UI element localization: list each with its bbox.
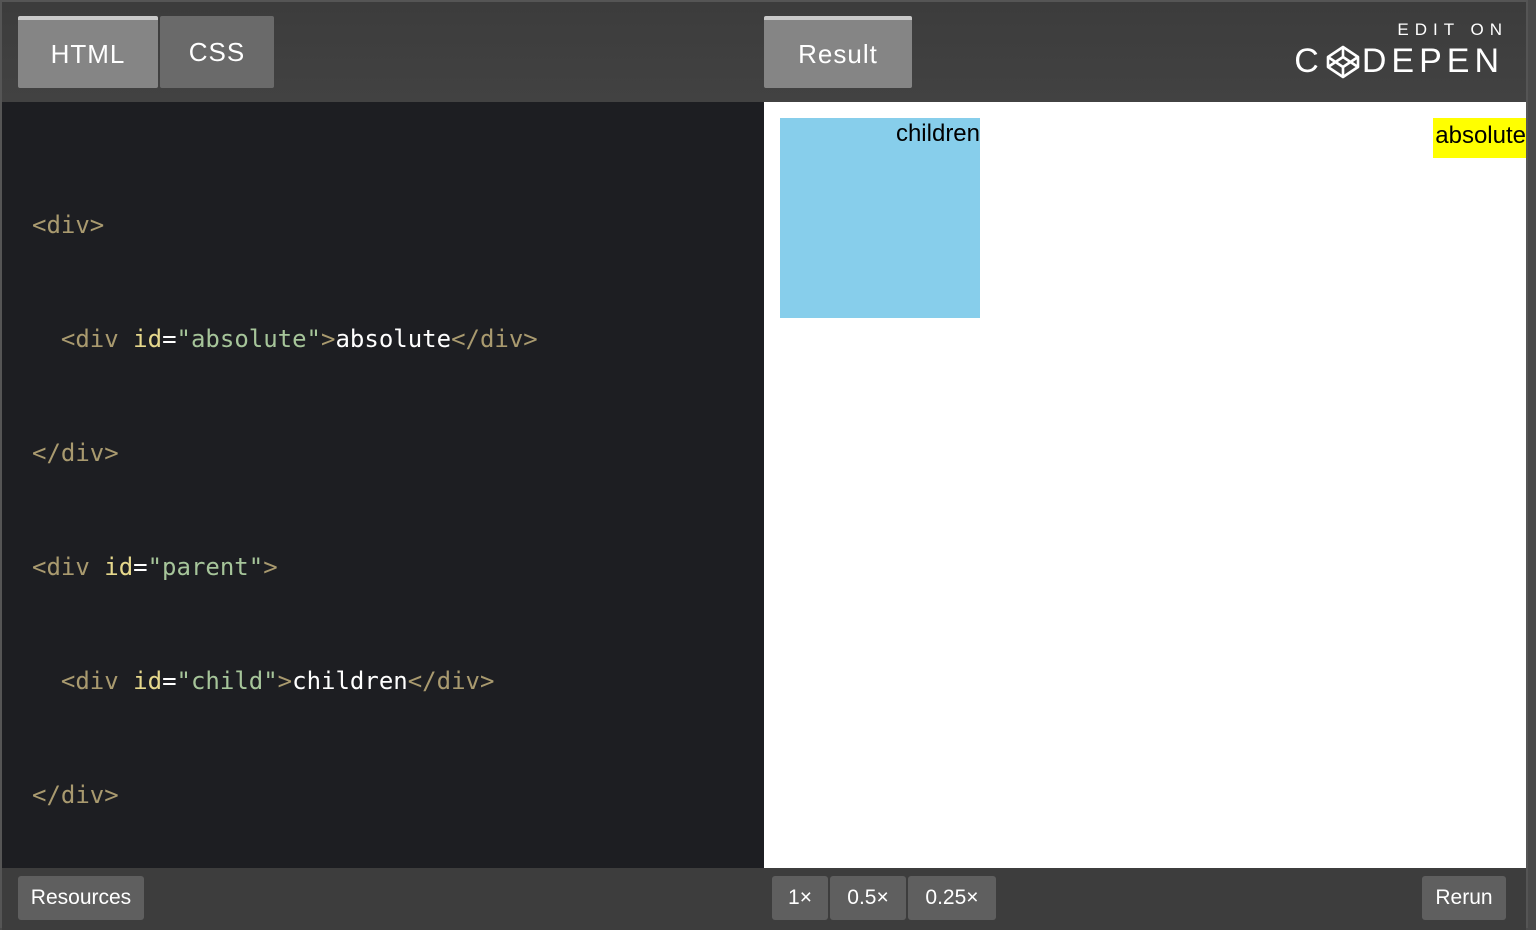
tab-css[interactable]: CSS: [160, 16, 274, 88]
bottom-bar: Resources 1× 0.5× 0.25× Rerun: [2, 868, 1526, 930]
code-line: </div>: [32, 434, 538, 472]
codepen-wordmark-left: C: [1294, 42, 1324, 80]
codepen-wordmark: C DEPEN: [1294, 42, 1504, 81]
code-string: "parent": [147, 553, 264, 581]
code-tag: >: [277, 667, 293, 695]
code-tag: >: [263, 553, 278, 581]
edit-on-label: EDIT ON: [1397, 20, 1508, 39]
code-tag: <div: [32, 553, 105, 581]
child-text: children: [895, 120, 980, 147]
result-preview: children absolute: [764, 102, 1526, 868]
codepen-cube-icon: [1326, 45, 1360, 78]
zoom-1x-button[interactable]: 1×: [772, 876, 828, 920]
top-bar: HTML CSS Result EDIT ON C DEPEN: [2, 2, 1526, 102]
code-attr: id: [133, 325, 163, 353]
tab-html[interactable]: HTML: [18, 16, 158, 88]
zoom-0.5x-button[interactable]: 0.5×: [830, 876, 906, 920]
code-tag: </div>: [32, 781, 119, 809]
code-line: <div id="absolute">absolute</div>: [32, 320, 538, 358]
tab-result[interactable]: Result: [764, 16, 912, 88]
html-code-editor[interactable]: <div> <div id="absolute">absolute</div> …: [2, 102, 764, 868]
code-string: "absolute": [176, 325, 322, 353]
code-eq: =: [162, 325, 177, 353]
code-attr: id: [104, 553, 134, 581]
code-eq: =: [133, 553, 148, 581]
parent-box: children: [780, 118, 980, 318]
embed-frame: HTML CSS Result EDIT ON C DEPEN <div> <d…: [0, 0, 1528, 930]
code-text: children: [292, 667, 408, 695]
codepen-wordmark-right: DEPEN: [1361, 42, 1504, 80]
code-attr: id: [133, 667, 163, 695]
code-eq: =: [162, 667, 177, 695]
code-line: <div>: [32, 206, 538, 244]
code-line: <div id="parent">: [32, 548, 538, 586]
code-tag: </div>: [451, 325, 538, 353]
code-tag: <div: [32, 325, 134, 353]
code-block: <div> <div id="absolute">absolute</div> …: [32, 130, 538, 890]
code-line: </div>: [32, 776, 538, 814]
resources-button[interactable]: Resources: [18, 876, 144, 920]
zoom-0.25x-button[interactable]: 0.25×: [908, 876, 996, 920]
code-tag: <div>: [32, 211, 105, 239]
code-tag: </div>: [407, 667, 495, 695]
rerun-button[interactable]: Rerun: [1422, 876, 1506, 920]
absolute-box: absolute: [1433, 118, 1526, 158]
code-tag: >: [321, 325, 336, 353]
code-string: "child": [176, 667, 278, 695]
edit-on-codepen-link[interactable]: EDIT ON C DEPEN: [1294, 20, 1504, 81]
code-tag: </div>: [32, 439, 119, 467]
code-line: <div id="child">children</div>: [32, 662, 538, 700]
code-text: absolute: [335, 325, 452, 353]
code-tag: <div: [32, 667, 134, 695]
